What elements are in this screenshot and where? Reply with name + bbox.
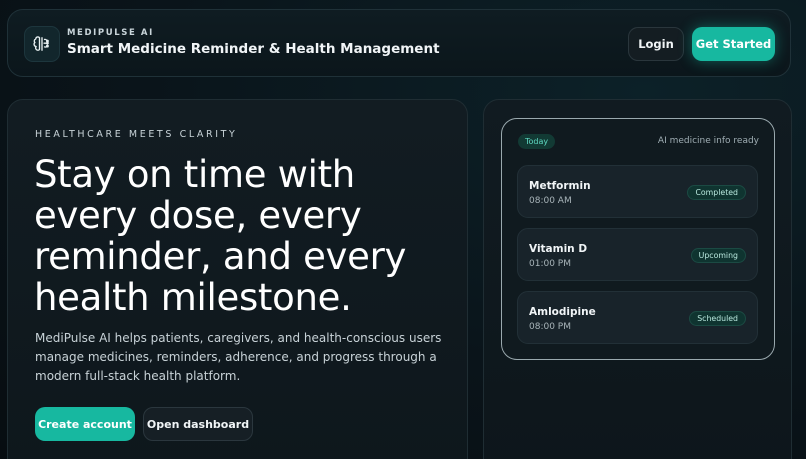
brand-name: MEDIPULSE AI bbox=[67, 28, 154, 38]
medicine-time: 01:00 PM bbox=[529, 259, 571, 269]
status-badge: Scheduled bbox=[689, 311, 746, 326]
medicine-name: Amlodipine bbox=[529, 306, 596, 318]
medicine-name: Vitamin D bbox=[529, 243, 588, 255]
medicine-item-amlodipine[interactable]: Amlodipine 08:00 PM Scheduled bbox=[517, 291, 758, 344]
medicine-time: 08:00 PM bbox=[529, 322, 571, 332]
hero-description: MediPulse AI helps patients, caregivers,… bbox=[35, 331, 442, 383]
hero-eyebrow: HEALTHCARE MEETS CLARITY bbox=[35, 129, 238, 140]
status-badge: Completed bbox=[687, 185, 746, 200]
page: MEDIPULSE AI Smart Medicine Reminder & H… bbox=[0, 0, 806, 459]
medicine-item-metformin[interactable]: Metformin 08:00 AM Completed bbox=[517, 165, 758, 218]
top-navbar: MEDIPULSE AI Smart Medicine Reminder & H… bbox=[7, 9, 791, 77]
schedule-panel: Today AI medicine info ready Metformin 0… bbox=[483, 99, 792, 459]
medicine-schedule-card: Today AI medicine info ready Metformin 0… bbox=[501, 118, 775, 360]
status-badge: Upcoming bbox=[690, 248, 746, 263]
brain-icon[interactable] bbox=[24, 26, 60, 62]
medicine-name: Metformin bbox=[529, 180, 591, 192]
medicine-time: 08:00 AM bbox=[529, 196, 572, 206]
create-account-button[interactable]: Create account bbox=[35, 407, 135, 441]
ai-status-text: AI medicine info ready bbox=[657, 136, 759, 146]
login-button[interactable]: Login bbox=[628, 27, 684, 61]
medicine-item-vitamin-d[interactable]: Vitamin D 01:00 PM Upcoming bbox=[517, 228, 758, 281]
open-dashboard-button[interactable]: Open dashboard bbox=[143, 407, 253, 441]
hero-panel: HEALTHCARE MEETS CLARITY Stay on time wi… bbox=[7, 99, 468, 459]
get-started-button[interactable]: Get Started bbox=[692, 27, 775, 61]
brand-tagline: Smart Medicine Reminder & Health Managem… bbox=[67, 41, 440, 57]
today-badge: Today bbox=[518, 134, 556, 149]
hero-headline: Stay on time with every dose, every remi… bbox=[34, 153, 407, 319]
